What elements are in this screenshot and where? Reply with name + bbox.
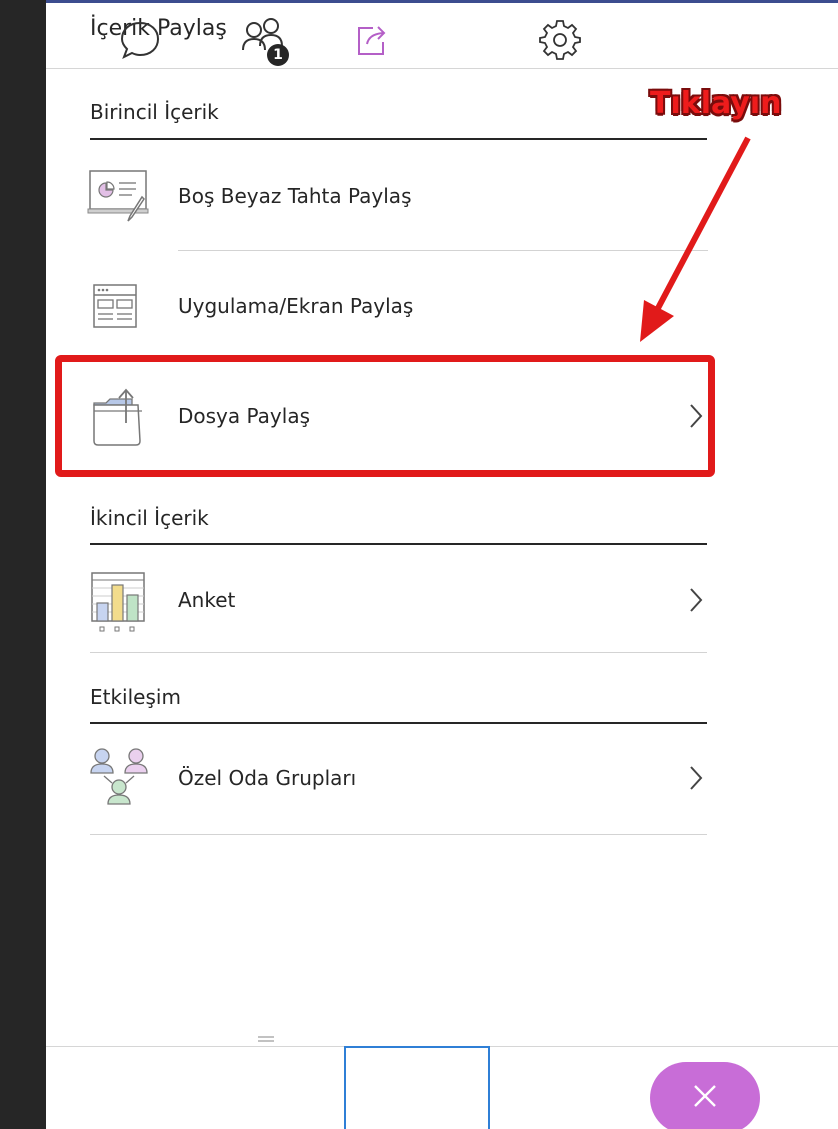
drag-handle-icon[interactable] bbox=[258, 1036, 274, 1042]
share-application-screen-item[interactable]: Uygulama/Ekran Paylaş bbox=[84, 266, 708, 346]
attendees-icon: 1 bbox=[237, 14, 293, 70]
attendees-count-badge: 1 bbox=[267, 43, 289, 66]
share-content-icon bbox=[351, 20, 391, 64]
poll-label: Anket bbox=[178, 588, 236, 612]
breakout-groups-item[interactable]: Özel Oda Grupları bbox=[84, 738, 708, 818]
section-header-interaction: Etkileşim bbox=[90, 685, 181, 709]
highlight-box bbox=[55, 355, 715, 477]
share-whiteboard-item[interactable]: Boş Beyaz Tahta Paylaş bbox=[84, 156, 708, 236]
section-header-secondary: İkincil İçerik bbox=[90, 506, 209, 530]
application-screen-icon bbox=[84, 271, 160, 341]
poll-chart-icon bbox=[84, 565, 160, 635]
close-icon bbox=[689, 1080, 721, 1116]
annotation-arrow bbox=[640, 136, 751, 342]
section-rule-primary bbox=[90, 138, 707, 140]
close-session-button[interactable] bbox=[650, 1062, 760, 1129]
chat-tab[interactable] bbox=[80, 0, 200, 83]
poll-item[interactable]: Anket bbox=[84, 560, 708, 640]
whiteboard-icon bbox=[84, 161, 160, 231]
row-divider bbox=[90, 652, 707, 653]
chevron-right-icon bbox=[684, 763, 708, 793]
share-application-screen-label: Uygulama/Ekran Paylaş bbox=[178, 294, 414, 318]
share-content-tab[interactable] bbox=[298, 0, 444, 83]
section-header-primary: Birincil İçerik bbox=[90, 100, 219, 124]
section-rule-secondary bbox=[90, 543, 707, 545]
share-tab-active-frame bbox=[344, 1046, 490, 1129]
gear-icon bbox=[539, 19, 581, 65]
chat-bubble-icon bbox=[118, 18, 162, 66]
click-annotation: Tıklayın bbox=[650, 86, 782, 121]
chevron-right-icon bbox=[684, 585, 708, 615]
breakout-groups-label: Özel Oda Grupları bbox=[178, 766, 357, 790]
breakout-groups-icon bbox=[84, 743, 160, 813]
row-divider bbox=[90, 834, 707, 835]
left-sidebar-strip bbox=[0, 0, 46, 1129]
row-divider bbox=[178, 250, 708, 251]
settings-tab[interactable] bbox=[490, 0, 630, 83]
share-whiteboard-label: Boş Beyaz Tahta Paylaş bbox=[178, 184, 412, 208]
section-rule-interaction bbox=[90, 722, 707, 724]
